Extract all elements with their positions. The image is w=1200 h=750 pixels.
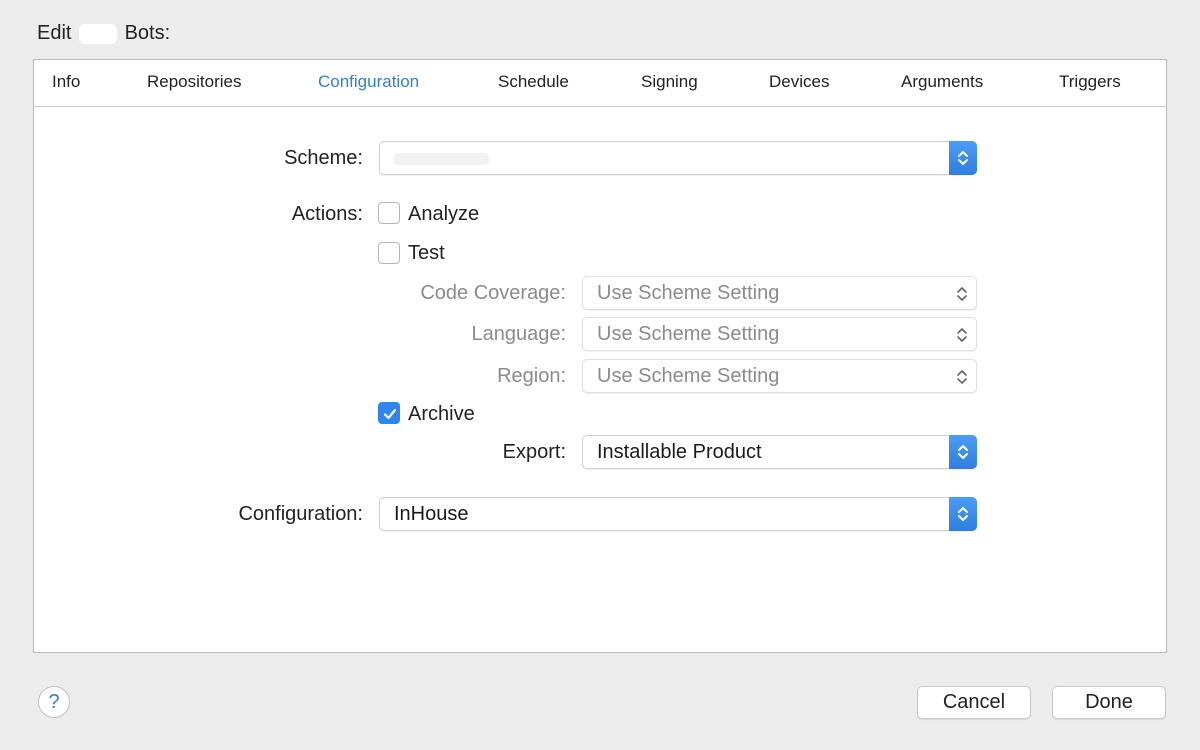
scheme-popup[interactable] — [379, 141, 977, 175]
chevron-updown-icon — [957, 370, 967, 384]
scheme-stepper — [949, 141, 977, 175]
tab-arguments[interactable]: Arguments — [901, 72, 983, 92]
configuration-label: Configuration: — [238, 503, 363, 525]
redacted-name — [79, 23, 118, 44]
archive-label: Archive — [408, 403, 475, 425]
archive-checkbox[interactable] — [378, 402, 400, 424]
configuration-value: InHouse — [394, 503, 469, 525]
code-coverage-value: Use Scheme Setting — [597, 282, 780, 304]
tab-configuration[interactable]: Configuration — [318, 72, 419, 92]
analyze-label: Analyze — [408, 203, 480, 225]
code-coverage-stepper — [948, 277, 976, 309]
title-prefix: Edit — [37, 22, 72, 44]
tab-repositories[interactable]: Repositories — [147, 72, 242, 92]
export-stepper — [949, 435, 977, 469]
export-value: Installable Product — [597, 441, 762, 463]
tab-schedule[interactable]: Schedule — [498, 72, 569, 92]
configuration-stepper — [949, 497, 977, 531]
region-stepper — [948, 360, 976, 392]
analyze-checkbox[interactable] — [378, 202, 400, 224]
checkmark-icon — [383, 408, 397, 420]
region-value: Use Scheme Setting — [597, 365, 780, 387]
title-suffix: Bots: — [124, 22, 171, 44]
language-value: Use Scheme Setting — [597, 323, 780, 345]
code-coverage-label: Code Coverage: — [420, 282, 566, 304]
language-stepper — [948, 318, 976, 350]
export-popup[interactable]: Installable Product — [582, 435, 977, 469]
tab-info[interactable]: Info — [52, 72, 80, 92]
tab-devices[interactable]: Devices — [769, 72, 829, 92]
configuration-popup[interactable]: InHouse — [379, 497, 977, 531]
cancel-button[interactable]: Cancel — [917, 686, 1031, 719]
redacted-scheme — [394, 153, 489, 165]
scheme-label: Scheme: — [284, 147, 363, 169]
test-label: Test — [408, 242, 445, 264]
export-label: Export: — [502, 441, 566, 463]
actions-label: Actions: — [291, 203, 363, 225]
window-title: Edit Bots: — [37, 22, 170, 45]
chevron-updown-icon — [958, 151, 968, 165]
done-button[interactable]: Done — [1052, 686, 1166, 719]
tab-triggers[interactable]: Triggers — [1059, 72, 1121, 92]
chevron-updown-icon — [958, 445, 968, 459]
help-button[interactable]: ? — [38, 686, 70, 718]
region-popup[interactable]: Use Scheme Setting — [582, 359, 977, 393]
test-checkbox[interactable] — [378, 242, 400, 264]
region-label: Region: — [497, 365, 566, 387]
chevron-updown-icon — [958, 507, 968, 521]
chevron-updown-icon — [957, 287, 967, 301]
settings-panel: Info Repositories Configuration Schedule… — [33, 59, 1167, 653]
tab-bar: Info Repositories Configuration Schedule… — [34, 60, 1166, 107]
code-coverage-popup[interactable]: Use Scheme Setting — [582, 276, 977, 310]
chevron-updown-icon — [957, 328, 967, 342]
tab-signing[interactable]: Signing — [641, 72, 698, 92]
language-popup[interactable]: Use Scheme Setting — [582, 317, 977, 351]
language-label: Language: — [471, 323, 566, 345]
